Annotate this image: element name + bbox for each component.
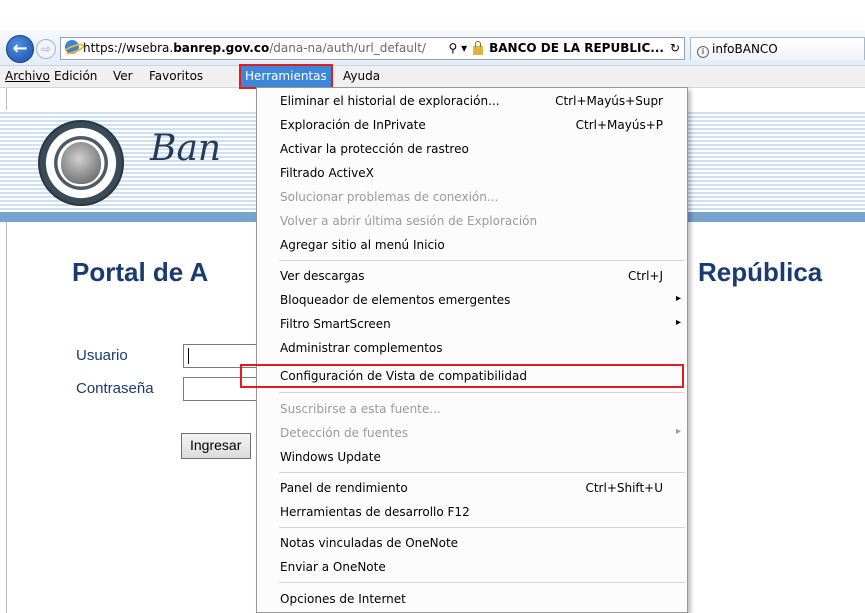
menu-item-subscribe-feed: Suscribirse a esta fuente... xyxy=(280,402,441,416)
menu-herramientas[interactable]: Herramientas xyxy=(239,64,333,89)
menu-item-tracking-protection[interactable]: Activar la protección de rastreo xyxy=(257,138,687,160)
menu-item-smartscreen[interactable]: Filtro SmartScreen ▸ xyxy=(257,313,687,335)
back-button[interactable]: ← xyxy=(6,35,34,63)
banner-script-text: Ban xyxy=(150,128,222,169)
url-controls: ⚲ ▾ BANCO DE LA REPUBLIC... ↻ xyxy=(444,38,680,59)
ie-icon xyxy=(65,40,79,54)
menu-separator xyxy=(279,527,685,528)
menu-bar: Archivo Edición Ver Favoritos Herramient… xyxy=(0,64,865,89)
url-input[interactable]: https://wsebra.banrep.gov.co/dana-na/aut… xyxy=(60,37,685,60)
tools-menu: Eliminar el historial de exploración... C… xyxy=(240,87,688,613)
refresh-icon[interactable]: ↻ xyxy=(670,38,680,59)
menu-edicion[interactable]: Edición xyxy=(54,69,97,83)
menu-item-fix-connection: Solucionar problemas de conexión... xyxy=(280,190,499,204)
menu-item-manage-addons[interactable]: Administrar complementos xyxy=(257,337,687,359)
menu-item-delete-history[interactable]: Eliminar el historial de exploración... C… xyxy=(257,90,687,112)
menu-item-windows-update[interactable]: Windows Update xyxy=(257,446,687,468)
portal-title-right: República xyxy=(698,257,823,287)
top-strip xyxy=(0,0,865,30)
url-host: banrep.gov.co xyxy=(173,41,270,55)
menu-item-performance-dashboard[interactable]: Panel de rendimiento Ctrl+Shift+U xyxy=(257,477,687,499)
menu-item-compatibility-view-settings[interactable]: Configuración de Vista de compatibilidad xyxy=(240,364,684,388)
menu-separator xyxy=(279,392,685,393)
menu-item-reopen-session: Volver a abrir última sesión de Explorac… xyxy=(280,214,538,228)
menu-item-popup-blocker[interactable]: Bloqueador de elementos emergentes ▸ xyxy=(257,289,687,311)
menu-separator xyxy=(279,260,685,261)
menu-item-add-to-start[interactable]: Agregar sitio al menú Inicio xyxy=(257,234,687,256)
submenu-arrow-icon: ▸ xyxy=(675,317,681,328)
search-dropdown-icon[interactable]: ⚲ ▾ xyxy=(448,38,467,59)
submenu-arrow-icon: ▸ xyxy=(675,293,681,304)
forward-button[interactable]: ⇨ xyxy=(36,39,56,59)
menu-separator xyxy=(279,472,685,473)
menu-item-internet-options[interactable]: Opciones de Internet xyxy=(257,588,687,610)
menu-item-view-downloads[interactable]: Ver descargas Ctrl+J xyxy=(257,265,687,287)
menu-item-inprivate[interactable]: Exploración de InPrivate Ctrl+Mayús+P xyxy=(257,114,687,136)
site-favicon-icon: i xyxy=(697,46,709,58)
menu-item-activex-filtering[interactable]: Filtrado ActiveX xyxy=(257,162,687,184)
menu-favoritos[interactable]: Favoritos xyxy=(149,69,203,83)
login-button[interactable]: Ingresar xyxy=(181,433,251,459)
password-label: Contraseña xyxy=(76,380,154,397)
menu-ver[interactable]: Ver xyxy=(113,69,133,83)
menu-item-feed-discovery: Detección de fuentes ▸ xyxy=(280,426,681,440)
menu-item-send-to-onenote[interactable]: Enviar a OneNote xyxy=(257,556,687,578)
menu-archivo[interactable]: Archivo xyxy=(5,69,50,83)
url-scheme: https://wsebra. xyxy=(83,41,174,55)
user-label: Usuario xyxy=(76,347,128,364)
portal-title: Portal de A xyxy=(72,257,209,287)
menu-ayuda[interactable]: Ayuda xyxy=(343,69,380,83)
menu-separator xyxy=(279,582,685,583)
menu-item-f12-dev-tools[interactable]: Herramientas de desarrollo F12 xyxy=(257,501,687,523)
url-path: /dana-na/auth/url_default/ xyxy=(269,41,426,55)
submenu-arrow-icon: ▸ xyxy=(675,426,681,437)
tab-title: infoBANCO xyxy=(712,42,778,56)
site-identity[interactable]: BANCO DE LA REPUBLIC... xyxy=(489,38,664,59)
lock-icon[interactable] xyxy=(473,41,484,55)
browser-tab[interactable]: i infoBANCO xyxy=(690,37,865,60)
seal-portrait xyxy=(61,142,101,184)
menu-item-onenote-linked-notes[interactable]: Notas vinculadas de OneNote xyxy=(257,532,687,554)
